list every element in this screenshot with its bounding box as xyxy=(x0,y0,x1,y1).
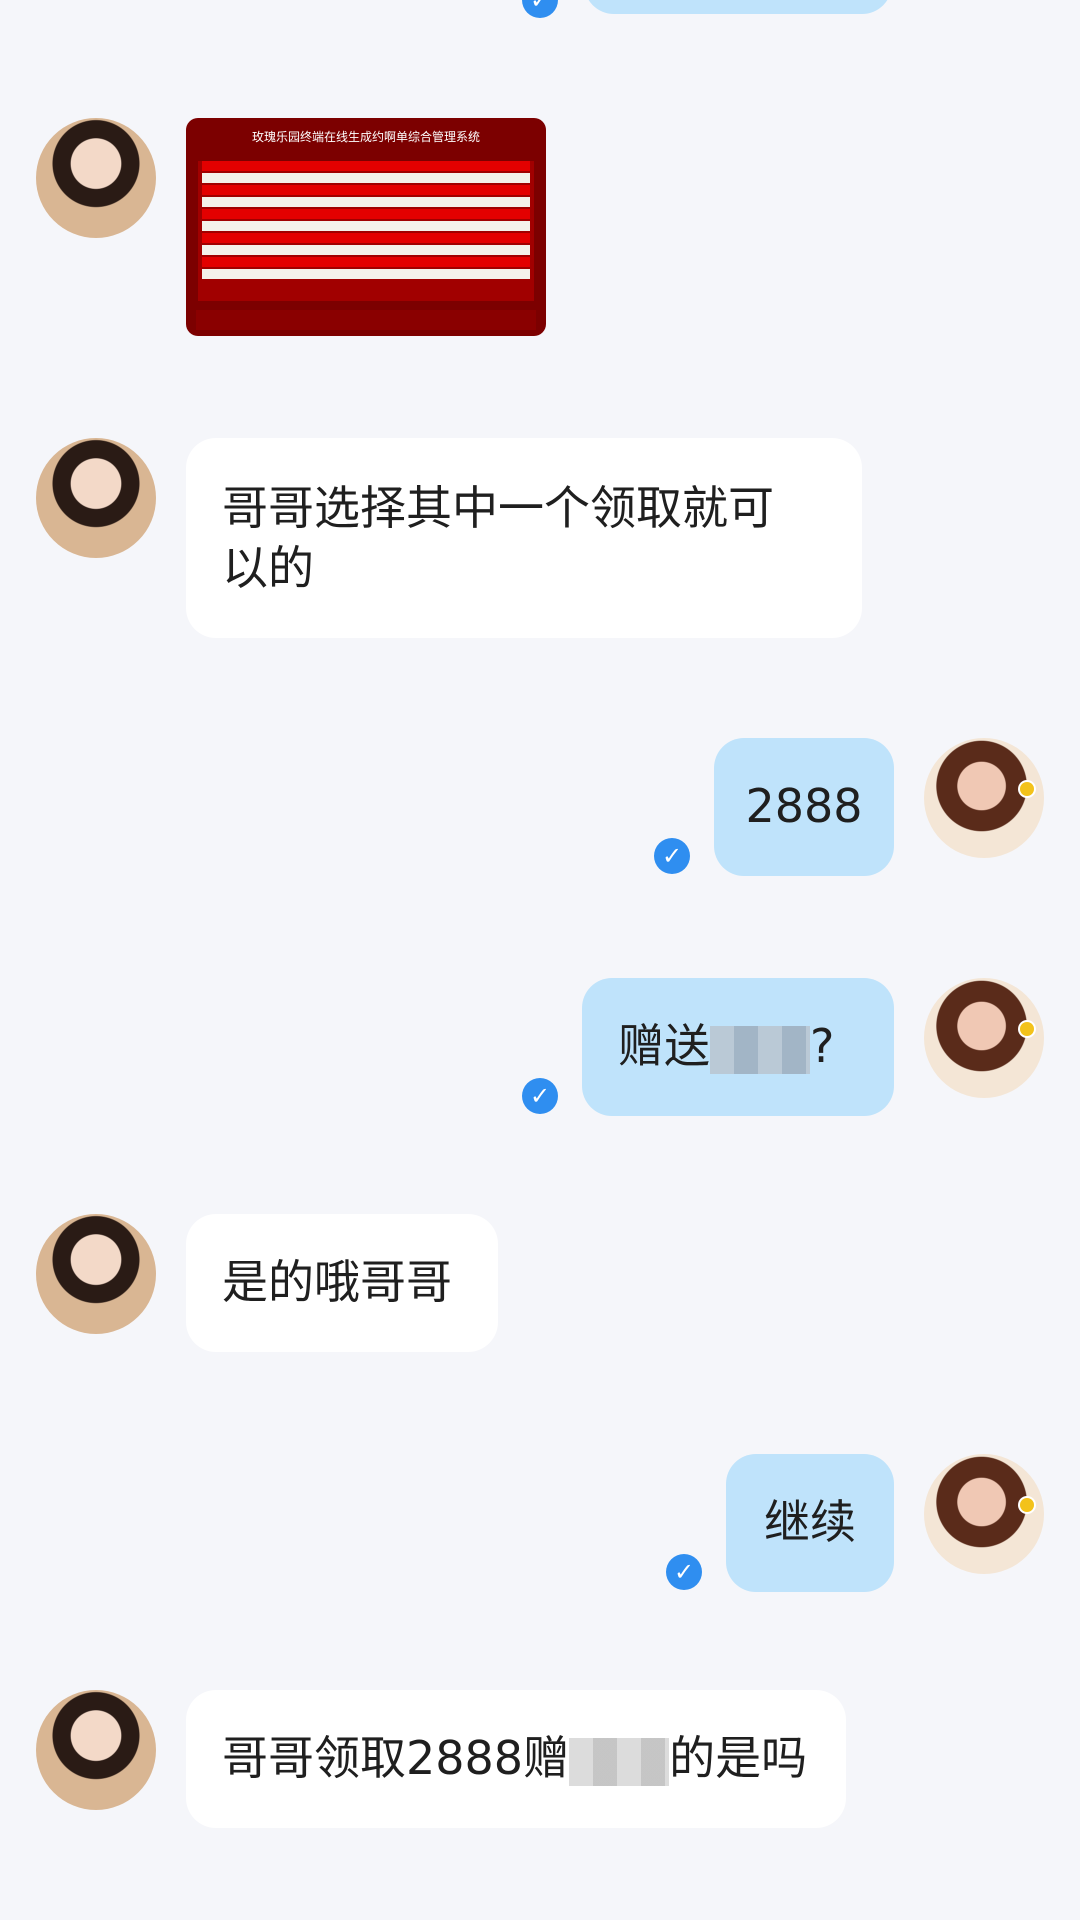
self-avatar[interactable] xyxy=(924,1454,1044,1574)
message-text: 2888 xyxy=(745,779,863,833)
status-dot xyxy=(1020,782,1034,796)
contact-avatar[interactable] xyxy=(36,118,156,238)
status-dot xyxy=(1020,1498,1034,1512)
self-avatar[interactable] xyxy=(924,978,1044,1098)
redacted-text xyxy=(569,1737,670,1786)
image-title: 玫瑰乐园终端在线生成约啊单综合管理系统 xyxy=(251,130,480,144)
self-avatar[interactable] xyxy=(924,738,1044,858)
message-text-suffix: ? xyxy=(810,1019,835,1073)
read-receipt-icon: ✓ xyxy=(666,1554,702,1590)
message-text-line: 以的 xyxy=(222,541,314,595)
contact-avatar[interactable] xyxy=(36,1690,156,1810)
message-bubble-incoming[interactable]: 哥哥领取2888赠 的是吗 xyxy=(186,1690,846,1828)
message-text-suffix: 的是吗 xyxy=(669,1731,808,1785)
redacted-text xyxy=(710,1025,810,1074)
read-receipt-icon: ✓ xyxy=(522,1078,558,1114)
message-bubble-incoming[interactable]: 哥哥选择其中一个领取就可 以的 xyxy=(186,438,862,638)
image-table xyxy=(198,161,534,301)
message-text-prefix: 赠送 xyxy=(618,1019,710,1073)
message-text-prefix: 哥哥领取2888赠 xyxy=(222,1731,570,1785)
message-bubble-partial[interactable] xyxy=(584,0,892,14)
message-bubble-outgoing[interactable]: 2888 xyxy=(714,738,894,876)
status-dot xyxy=(1020,1022,1034,1036)
message-image[interactable]: 玫瑰乐园终端在线生成约啊单综合管理系统 xyxy=(186,118,546,336)
message-text: 是的哦哥哥 xyxy=(222,1255,452,1309)
read-receipt-icon: ✓ xyxy=(522,0,558,18)
message-bubble-outgoing[interactable]: 赠送? xyxy=(582,978,894,1116)
read-receipt-icon: ✓ xyxy=(654,838,690,874)
image-footer xyxy=(196,310,536,330)
contact-avatar[interactable] xyxy=(36,438,156,558)
contact-avatar[interactable] xyxy=(36,1214,156,1334)
message-text: 继续 xyxy=(764,1495,856,1549)
message-bubble-outgoing[interactable]: 继续 xyxy=(726,1454,894,1592)
message-bubble-incoming[interactable]: 是的哦哥哥 xyxy=(186,1214,498,1352)
message-text-line: 哥哥选择其中一个领取就可 xyxy=(222,481,774,535)
